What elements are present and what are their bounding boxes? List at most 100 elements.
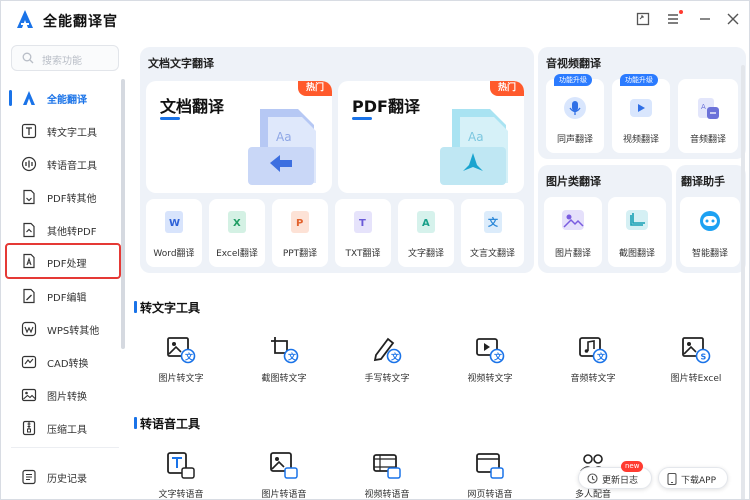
- simultaneous-translate-card[interactable]: 同声翻译: [546, 79, 604, 153]
- svg-text:文: 文: [185, 352, 194, 362]
- sidebar-item-wps[interactable]: WPS转其他: [11, 316, 119, 342]
- card-label: 视频翻译: [622, 135, 659, 145]
- close-icon[interactable]: [725, 11, 741, 27]
- section-title-voice-tools: 转语音工具: [133, 417, 201, 431]
- audio-file-icon: A: [698, 98, 719, 119]
- handwriting-to-text-tool[interactable]: 文 手写转文字: [347, 333, 427, 393]
- card-title: PDF翻译: [352, 97, 420, 116]
- card-label: 图片翻译: [554, 249, 591, 259]
- history-icon: [22, 469, 36, 485]
- card-label: 文字翻译: [407, 249, 444, 259]
- ppt-icon: P: [291, 211, 309, 233]
- search-icon: [22, 52, 34, 64]
- screenshot-to-text-tool[interactable]: 文 截图转文字: [244, 333, 324, 393]
- card-label: 文言文翻译: [469, 249, 515, 259]
- image-to-excel-tool[interactable]: S 图片转Excel: [656, 333, 736, 393]
- svg-text:A: A: [422, 218, 430, 229]
- image-translate-card[interactable]: 图片翻译: [544, 197, 602, 267]
- search-input[interactable]: 搜索功能: [11, 45, 119, 71]
- video-to-speech-tool[interactable]: 视频转语音: [347, 449, 427, 500]
- title-underline: [352, 117, 372, 120]
- pdf-translate-card[interactable]: PDF翻译 热门 Aa: [338, 81, 524, 193]
- sidebar-item-label: CAD转换: [47, 359, 89, 370]
- txt-translate-card[interactable]: T TXT翻译: [335, 199, 391, 267]
- sidebar-item-label: 转文字工具: [47, 128, 97, 139]
- svg-text:T: T: [359, 218, 366, 229]
- tool-label: 网页转语音: [467, 490, 513, 500]
- changelog-label: 更新日志: [602, 476, 639, 486]
- download-app-button[interactable]: 下载APP: [658, 467, 728, 489]
- pdf-process-icon: [23, 253, 35, 269]
- sidebar-item-pdf-to-other[interactable]: PDF转其他: [11, 184, 119, 210]
- classical-chinese-translate-card[interactable]: 文 文言文翻译: [461, 199, 524, 267]
- video-to-speech-icon: [373, 454, 401, 479]
- sidebar-item-label: WPS转其他: [47, 326, 100, 337]
- main-scrollbar[interactable]: [741, 65, 745, 499]
- screenshot-to-text-icon: 文: [271, 337, 299, 364]
- sidebar-item-other-to-pdf[interactable]: 其他转PDF: [11, 217, 119, 243]
- video-to-text-icon: 文: [476, 338, 505, 364]
- svg-text:A: A: [701, 103, 706, 111]
- video-translate-card[interactable]: 视频翻译: [612, 79, 670, 153]
- card-label: TXT翻译: [345, 249, 381, 259]
- sidebar-scrollbar[interactable]: [121, 79, 125, 349]
- sidebar-item-label: 历史记录: [47, 474, 87, 485]
- sidebar-item-cad[interactable]: CAD转换: [11, 349, 119, 375]
- image-convert-icon: [21, 388, 37, 402]
- webpage-to-speech-tool[interactable]: 网页转语音: [450, 449, 530, 500]
- card-label: 同声翻译: [556, 135, 593, 145]
- doc-illustration-icon: Aa: [248, 109, 316, 185]
- sidebar-item-label: PDF处理: [47, 259, 87, 270]
- title-underline: [160, 117, 180, 120]
- smart-translate-card[interactable]: 智能翻译: [680, 197, 740, 267]
- card-label: 音频翻译: [689, 135, 726, 145]
- video-to-text-tool[interactable]: 文 视频转文字: [450, 333, 530, 393]
- text-to-speech-tool[interactable]: 文字转语音: [141, 449, 221, 499]
- sidebar-item-image-convert[interactable]: 图片转换: [11, 382, 119, 408]
- search-placeholder: 搜索功能: [42, 56, 82, 67]
- sidebar-item-label: 压缩工具: [47, 425, 87, 436]
- sidebar-item-pdf-edit[interactable]: PDF编辑: [11, 283, 119, 309]
- pdf-illustration-icon: Aa: [440, 109, 508, 185]
- sidebar-item-translate[interactable]: 全能翻译: [9, 85, 119, 111]
- tool-label: 视频转文字: [467, 374, 513, 384]
- sidebar-item-compress[interactable]: 压缩工具: [11, 415, 119, 441]
- pdf-edit-icon: [23, 288, 35, 304]
- screenshot-translate-card[interactable]: 截图翻译: [608, 197, 666, 267]
- sidebar-item-text-tool[interactable]: 转文字工具: [11, 118, 119, 144]
- app-logo-icon: [17, 10, 33, 28]
- sidebar-item-pdf-process[interactable]: PDF处理: [5, 243, 121, 279]
- sidebar-divider: [11, 447, 119, 448]
- sidebar-item-voice-tool[interactable]: 转语音工具: [11, 151, 119, 177]
- svg-text:P: P: [296, 218, 303, 229]
- app-window: 全能翻译官 搜索功能 全能翻译 转文字工具 转语音工具 PDF转其他 其他转PD…: [0, 0, 750, 500]
- ppt-translate-card[interactable]: P PPT翻译: [272, 199, 328, 267]
- excel-translate-card[interactable]: X Excel翻译: [209, 199, 265, 267]
- audio-to-text-tool[interactable]: 文 音频转文字: [553, 333, 633, 393]
- text-to-speech-icon: [167, 452, 195, 479]
- to-pdf-icon: [23, 222, 35, 238]
- text-translate-card[interactable]: A 文字翻译: [398, 199, 454, 267]
- text-translate-icon: A: [417, 211, 435, 233]
- minimize-icon[interactable]: [697, 11, 713, 27]
- tool-label: 图片转语音: [261, 490, 307, 500]
- tool-label: 视频转语音: [364, 490, 410, 500]
- sidebar-item-label: PDF编辑: [47, 293, 87, 304]
- doc-translate-card[interactable]: 文档翻译 热门 Aa: [146, 81, 332, 193]
- download-label: 下载APP: [681, 476, 717, 486]
- image-to-text-tool[interactable]: 文 图片转文字: [141, 333, 221, 393]
- panel-title: 图片类翻译: [546, 175, 601, 188]
- fullscreen-icon[interactable]: [635, 11, 651, 27]
- panel-title: 音视频翻译: [546, 57, 601, 70]
- screenshot-icon: [626, 210, 648, 230]
- wps-icon: [21, 321, 37, 337]
- image-to-speech-tool[interactable]: 图片转语音: [244, 449, 324, 500]
- compress-icon: [22, 420, 36, 436]
- translate-icon: [23, 91, 35, 105]
- sidebar-item-history[interactable]: 历史记录: [11, 464, 119, 490]
- sidebar-item-label: PDF转其他: [47, 194, 97, 205]
- word-icon: W: [165, 211, 183, 233]
- audio-translate-card[interactable]: A 音频翻译: [678, 79, 738, 153]
- hot-badge: 热门: [490, 81, 524, 96]
- word-translate-card[interactable]: W Word翻译: [146, 199, 202, 267]
